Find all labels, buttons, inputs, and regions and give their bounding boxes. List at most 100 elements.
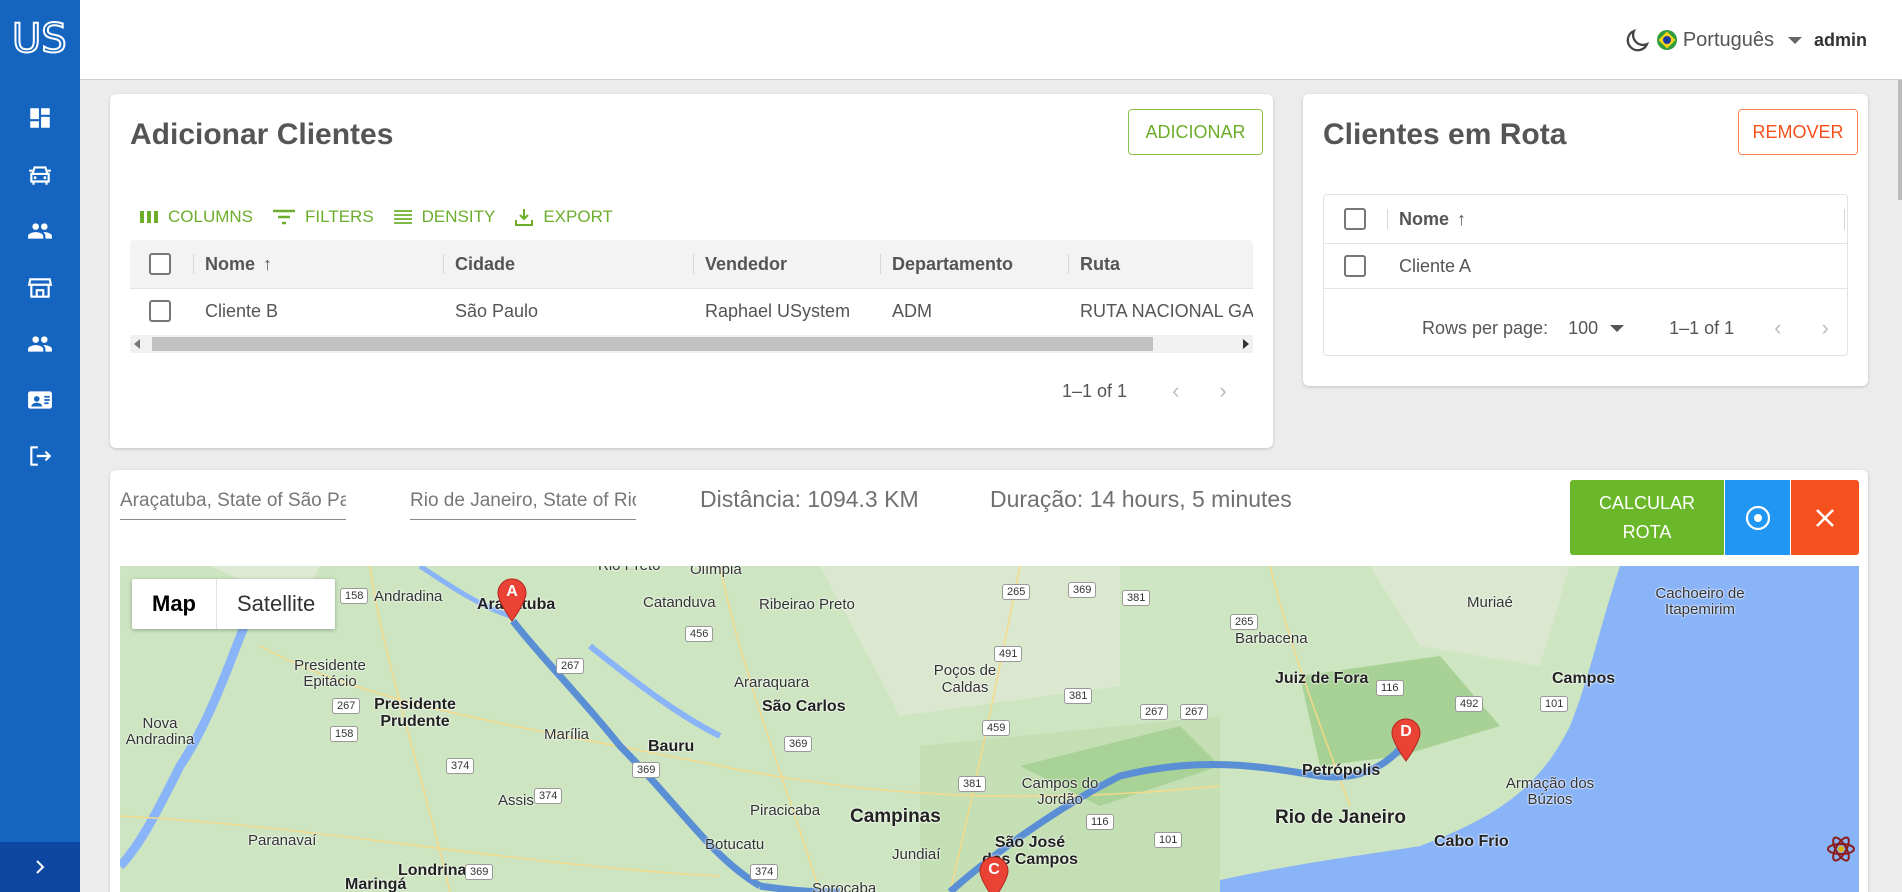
close-icon [1816,508,1834,527]
select-all-checkbox[interactable] [149,253,171,275]
road-shield: 369 [784,736,813,752]
rows-per-page-select[interactable]: 100 [1568,318,1625,339]
nav-people-icon[interactable] [25,216,55,246]
filter-icon [273,209,296,225]
destination-input[interactable]: Rio de Janeiro, State of Rio de Janeiro [410,490,636,520]
pagination-label: 1–1 of 1 [1669,317,1735,338]
export-button[interactable]: EXPORT [515,207,613,227]
columns-button[interactable]: COLUMNS [140,207,253,227]
remove-button[interactable]: REMOVER [1738,109,1858,155]
road-shield: 374 [534,788,563,804]
road-shield: 369 [1068,582,1097,598]
prev-page-icon[interactable]: ‹ [1172,378,1179,404]
city-label: Cachoeiro de Itapemirim [1655,585,1745,618]
pagination: Rows per page: 100 1–1 of 1 ‹ › [1422,315,1829,341]
calculate-route-button[interactable]: CALCULAR ROTA [1570,480,1724,555]
city-label: Cabo Frio [1434,833,1509,850]
distance-label: Distância: 1094.3 KM [700,486,919,512]
row-checkbox[interactable] [1344,255,1366,277]
filters-button[interactable]: FILTERS [273,207,374,227]
map-type-control: Map Satellite [132,579,336,629]
city-label: Campos do Jordão [1021,775,1099,808]
column-header-nome[interactable]: Nome ↑ [1387,195,1466,243]
add-button[interactable]: ADICIONAR [1128,109,1263,155]
sort-asc-icon[interactable]: ↑ [263,254,272,275]
language-selector[interactable]: Português [1656,27,1802,53]
city-label: Assis [498,792,534,809]
road-shield: 374 [446,758,475,774]
density-icon [393,210,412,224]
road-shield: 381 [1064,688,1093,704]
caret-down-icon [1610,324,1625,332]
scroll-right-icon[interactable] [1243,339,1249,349]
city-label: Petrópolis [1302,762,1381,779]
city-label: Presidente Prudente [374,696,456,730]
locate-button[interactable] [1725,480,1790,555]
map-type-map[interactable]: Map [132,579,217,629]
user-name[interactable]: admin [1814,30,1867,51]
nav-store-icon[interactable] [25,273,55,303]
road-shield: 374 [750,864,779,880]
nav-car-icon[interactable] [25,160,55,190]
dark-mode-toggle[interactable] [1622,26,1652,56]
origin-input[interactable]: Araçatuba, State of São Paulo [120,490,346,520]
column-header-departamento[interactable]: Departamento [880,240,1013,288]
nav-group-icon[interactable] [25,329,55,359]
export-label: EXPORT [543,207,613,226]
route-map[interactable]: Map Satellite Andradina Araçatuba Rio Pr… [120,566,1859,892]
city-label: Jundiaí [892,846,941,863]
road-shield: 456 [685,626,714,642]
column-header-ruta[interactable]: Ruta [1068,240,1120,288]
column-header-nome[interactable]: Nome ↑ [193,240,272,288]
route-marker-a[interactable]: A [496,578,528,622]
app-logo[interactable]: US [12,14,68,58]
clear-route-button[interactable] [1791,480,1859,555]
road-shield: 101 [1154,832,1183,848]
nav-contact-card-icon[interactable] [25,385,55,415]
city-label: Araraquara [734,674,810,691]
route-marker-c[interactable]: C [978,856,1010,892]
chevron-right-icon [36,860,45,874]
road-shield: 381 [958,776,987,792]
road-shield: 381 [1122,590,1151,606]
road-shield: 459 [982,720,1011,736]
prev-page-icon[interactable]: ‹ [1774,315,1781,341]
road-shield: 265 [1002,584,1031,600]
select-all-checkbox[interactable] [1344,208,1366,230]
road-shield: 101 [1540,696,1569,712]
nav-logout-icon[interactable] [25,441,55,471]
scrollbar-thumb[interactable] [152,337,1153,351]
column-header-cidade[interactable]: Cidade [443,240,515,288]
map-type-satellite[interactable]: Satellite [217,579,335,629]
next-page-icon[interactable]: › [1822,315,1829,341]
nav-dashboard-icon[interactable] [25,103,55,133]
add-clients-title: Adicionar Clientes [130,118,394,151]
horizontal-scrollbar[interactable] [130,335,1253,353]
city-label: Londrina [398,862,467,879]
pagination: 1–1 of 1 ‹ › [1062,378,1227,404]
page-scrollbar[interactable] [1898,80,1902,200]
sort-asc-icon[interactable]: ↑ [1457,209,1466,230]
density-label: DENSITY [421,207,496,226]
city-label: Paranavaí [248,832,317,849]
city-label: Presidente Epitácio [294,657,366,690]
react-devtools-icon[interactable] [1826,834,1856,864]
filters-label: FILTERS [305,207,374,226]
column-header-vendedor[interactable]: Vendedor [693,240,787,288]
target-icon [1745,505,1770,530]
city-label: Sorocaba [812,880,877,892]
city-label: Juiz de Fora [1275,670,1369,687]
scroll-left-icon[interactable] [134,339,140,349]
density-button[interactable]: DENSITY [393,207,496,227]
language-label: Português [1682,28,1774,51]
pagination-label: 1–1 of 1 [1062,380,1128,401]
city-label: Bauru [648,738,695,755]
row-checkbox[interactable] [149,300,171,322]
next-page-icon[interactable]: › [1219,378,1226,404]
sidebar-expand-button[interactable] [0,842,80,892]
route-marker-d[interactable]: D [1390,718,1422,762]
city-label: Campinas [850,806,941,827]
add-clients-card: Adicionar Clientes ADICIONAR COLUMNS FIL… [110,94,1273,448]
duration-label: Duração: 14 hours, 5 minutes [990,486,1292,512]
road-shield: 369 [632,762,661,778]
